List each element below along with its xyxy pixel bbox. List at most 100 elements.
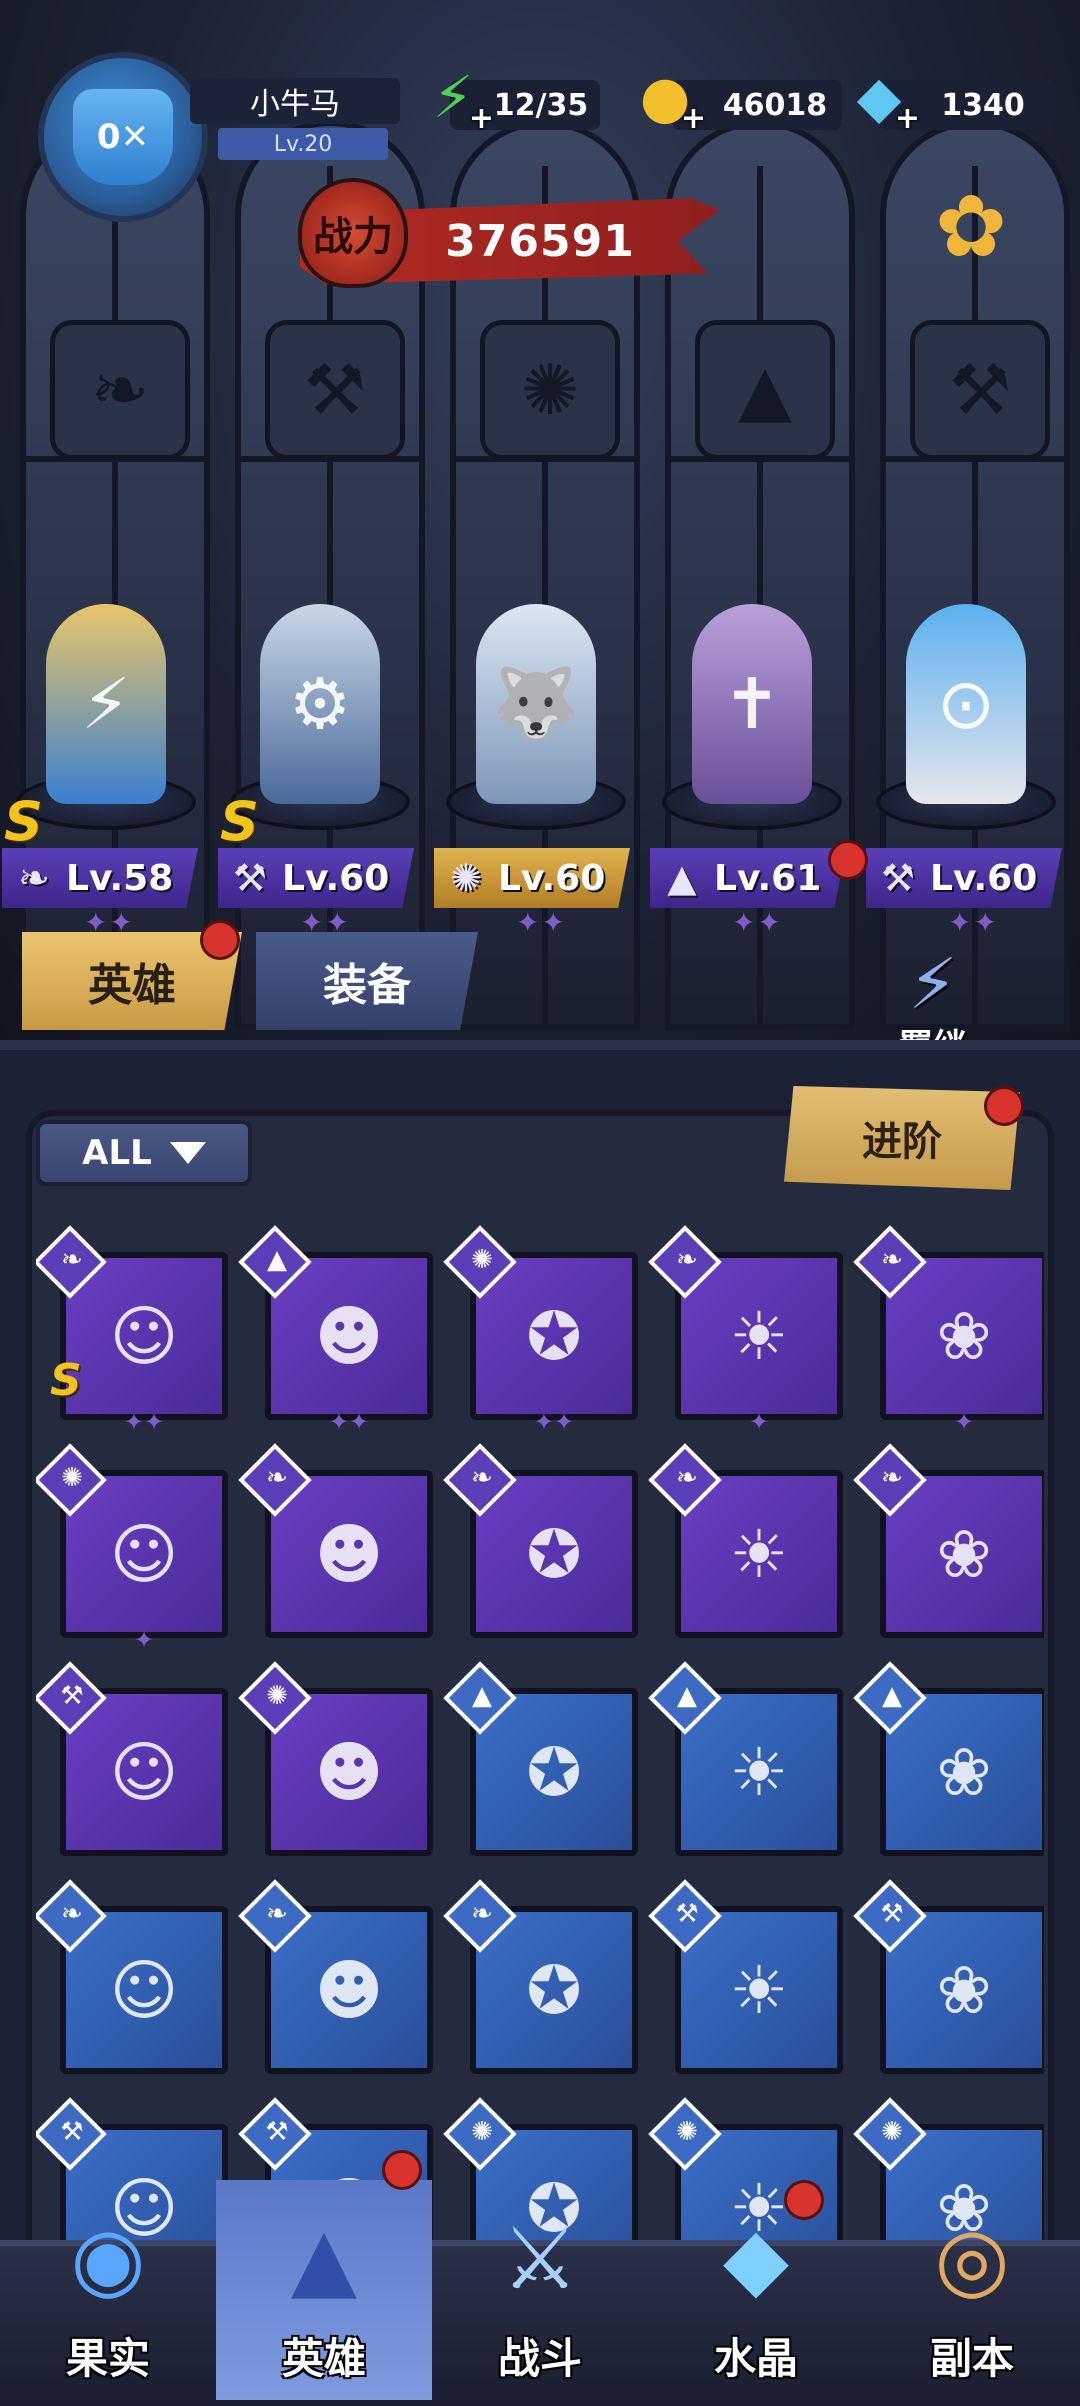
claw-icon: ✺ bbox=[266, 1681, 288, 1711]
wing-icon: ❧ bbox=[471, 1463, 493, 1493]
hero-stars: ✦✦ bbox=[533, 1408, 575, 1436]
gold-add-button[interactable]: ● + bbox=[628, 60, 706, 136]
hero-stars: ✦ bbox=[133, 1626, 155, 1654]
hero-portrait: ☀ bbox=[729, 1515, 789, 1593]
hero-card[interactable]: ☀ ❧ bbox=[648, 1443, 843, 1638]
filter-dropdown[interactable]: ALL bbox=[36, 1120, 252, 1186]
wing-icon: ❧ bbox=[266, 1899, 288, 1929]
hero-portrait: ☺ bbox=[109, 1515, 179, 1593]
hero-level-bar: ❧ Lv.58 bbox=[2, 848, 198, 908]
notification-dot bbox=[784, 2180, 824, 2220]
hat-icon: ▲ bbox=[677, 1681, 697, 1711]
hero-card[interactable]: ✪ ❧ bbox=[443, 1443, 638, 1638]
hero-portrait: ☻ bbox=[314, 1515, 384, 1593]
rank-badge: S bbox=[220, 790, 259, 853]
tab-equipment[interactable]: 装备 bbox=[256, 932, 478, 1030]
player-avatar[interactable]: 0✕ bbox=[38, 52, 208, 222]
hero-card[interactable]: ☻ ▲ ✦✦ bbox=[238, 1225, 433, 1436]
nav-battle[interactable]: ⚔ 战斗 bbox=[432, 2180, 648, 2400]
hero-card[interactable]: ☀ ⚒ bbox=[648, 1879, 843, 2074]
lineup-hero-4[interactable]: ✝ bbox=[652, 570, 852, 830]
hero-stars: ✦✦ bbox=[732, 906, 783, 939]
hat-icon: ▲ bbox=[667, 856, 697, 900]
wing-icon: ❧ bbox=[61, 1899, 83, 1929]
nav-battle-label: 战斗 bbox=[497, 2334, 582, 2383]
nav-crystal[interactable]: ◆ 水晶 bbox=[648, 2180, 864, 2400]
nav-dungeon[interactable]: ◎ 副本 bbox=[864, 2180, 1080, 2400]
hero-card[interactable]: ☀ ▲ bbox=[648, 1661, 843, 1856]
wing-icon: ❧ bbox=[266, 1463, 288, 1493]
wing-icon: ❧ bbox=[61, 1245, 83, 1275]
hero-card[interactable]: ☻ ✺ bbox=[238, 1661, 433, 1856]
wing-icon: ❧ bbox=[18, 856, 50, 900]
hero-card[interactable]: ☺ ✺ ✦ bbox=[36, 1443, 228, 1654]
hero-portrait: ✪ bbox=[526, 1951, 582, 2029]
wrench-icon: ⚒ bbox=[60, 2117, 84, 2147]
nav-fruit-label: 果实 bbox=[65, 2334, 150, 2383]
hero-card[interactable]: ✪ ❧ bbox=[443, 1879, 638, 2074]
lineup-hero-5[interactable]: ⊙ bbox=[866, 570, 1066, 830]
portal-icon: ◎ bbox=[934, 2209, 1010, 2309]
power-value: 376591 bbox=[445, 215, 635, 267]
lightning-icon: ⚡ bbox=[432, 63, 474, 131]
hero-card[interactable]: ☻ ❧ bbox=[238, 1443, 433, 1638]
hero-card[interactable]: ❀ ⚒ bbox=[853, 1879, 1044, 2074]
plus-icon: + bbox=[680, 101, 706, 136]
gold-value: 46018 bbox=[722, 87, 828, 123]
hero-portrait: ☻ bbox=[314, 1733, 384, 1811]
hero-portrait: ☺ bbox=[109, 1951, 179, 2029]
wing-icon: ❧ bbox=[881, 1245, 903, 1275]
hero-level-bar: ✺ Lv.60 bbox=[434, 848, 630, 908]
energy-add-button[interactable]: ⚡ + bbox=[416, 60, 494, 136]
hero-portrait: ☺ bbox=[109, 1297, 179, 1375]
rank-badge: S bbox=[4, 790, 43, 853]
claw-icon: ✺ bbox=[676, 2117, 698, 2147]
nav-fruit[interactable]: ◉ 果实 bbox=[0, 2180, 216, 2400]
player-name: 小牛马 bbox=[190, 78, 400, 124]
hero-level: Lv.61 bbox=[714, 857, 822, 899]
lightning-warrior-figure: ⚡ bbox=[46, 604, 166, 804]
diamond-add-button[interactable]: ◆ + bbox=[842, 60, 920, 136]
bond-icon: ⚡ bbox=[908, 943, 958, 1025]
hat-icon: ▲ bbox=[267, 1245, 287, 1275]
wrench-crest-icon: ⚒ bbox=[910, 320, 1050, 460]
notification-dot bbox=[984, 1086, 1024, 1126]
hero-portrait: ❀ bbox=[936, 1951, 992, 2029]
flower-menu-button[interactable]: ✿ bbox=[916, 172, 1026, 282]
nav-dungeon-label: 副本 bbox=[929, 2334, 1014, 2383]
power-emblem: 战力 bbox=[298, 178, 408, 288]
plus-icon: + bbox=[468, 101, 494, 136]
hero-level: Lv.58 bbox=[66, 857, 174, 899]
hero-card[interactable]: ❀ ❧ bbox=[853, 1443, 1044, 1638]
hero-level: Lv.60 bbox=[498, 857, 606, 899]
werewolf-figure: 🐺 bbox=[476, 604, 596, 804]
hero-portrait: ☻ bbox=[314, 1297, 384, 1375]
hero-card[interactable]: ☀ ❧ ✦ bbox=[648, 1225, 843, 1436]
hero-level-bar: ▲ Lv.61 bbox=[650, 848, 846, 908]
hat-icon: ▲ bbox=[882, 1681, 902, 1711]
hero-level: Lv.60 bbox=[282, 857, 390, 899]
mech-spider-figure: ⚙ bbox=[260, 604, 380, 804]
hero-card[interactable]: ☻ ❧ bbox=[238, 1879, 433, 2074]
hero-card[interactable]: ❀ ❧ ✦ bbox=[853, 1225, 1044, 1436]
hero-card[interactable]: ✪ ✺ ✦✦ bbox=[443, 1225, 638, 1436]
hero-card[interactable]: ☺ ❧ S ✦✦ bbox=[36, 1225, 228, 1436]
nav-heroes[interactable]: ▲ 英雄 bbox=[216, 2180, 432, 2400]
notification-dot bbox=[382, 2150, 422, 2190]
hero-card[interactable]: ☺ ❧ bbox=[36, 1879, 228, 2074]
hero-card[interactable]: ☺ ⚒ bbox=[36, 1661, 228, 1856]
hero-stars: ✦✦ bbox=[123, 1408, 165, 1436]
hero-level-bar: ⚒ Lv.60 bbox=[866, 848, 1062, 908]
wrench-icon: ⚒ bbox=[60, 1681, 84, 1711]
hero-card[interactable]: ❀ ▲ bbox=[853, 1661, 1044, 1856]
diamond-value: 1340 bbox=[941, 87, 1025, 123]
notification-dot bbox=[200, 920, 240, 960]
hero-stars: ✦ bbox=[953, 1408, 975, 1436]
hero-roster-grid: ☺ ❧ S ✦✦ ☻ ▲ ✦✦ ✪ ✺ ✦✦ ☀ ❧ ✦ ❀ ❧ ✦ ☺ ✺ ✦ ☻ ❧ ✪ ❧ ☀ ❧ ❀ ❧ ☺ ⚒ ☻ ✺ ✪ ▲ ☀ ▲ ❀ ▲… bbox=[36, 1196, 1044, 2276]
hero-card[interactable]: ✪ ▲ bbox=[443, 1661, 638, 1856]
chevron-down-icon bbox=[169, 1142, 206, 1164]
lineup-hero-3[interactable]: 🐺 bbox=[436, 570, 636, 830]
wrench-icon: ⚒ bbox=[265, 2117, 289, 2147]
hero-stars: ✦✦ bbox=[948, 906, 999, 939]
hero-portrait: ✪ bbox=[526, 1297, 582, 1375]
